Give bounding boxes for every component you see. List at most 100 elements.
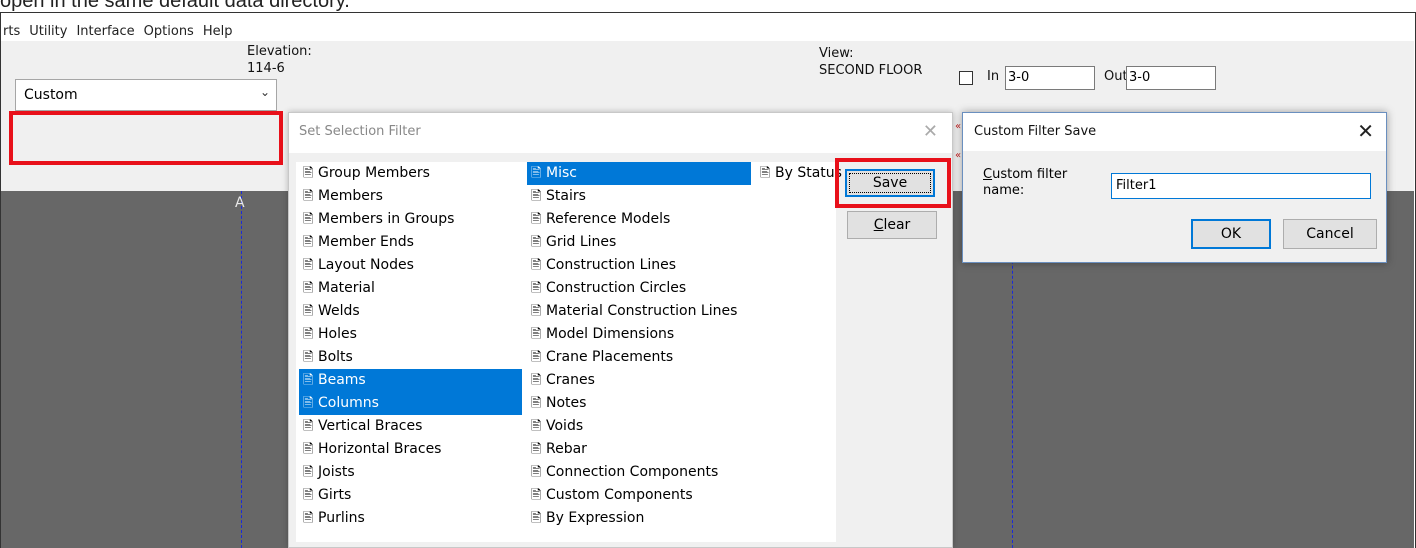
in-label: In <box>987 69 1000 84</box>
menu-item-interface[interactable]: Interface <box>76 24 134 39</box>
grid-line-a <box>241 191 242 548</box>
filter-list-item[interactable]: 🖹 Purlins <box>299 507 522 530</box>
filter-list-item[interactable]: 🖹 Member Ends <box>299 231 522 254</box>
filter-list-item-label: Members <box>318 188 383 204</box>
filter-combo-value: Custom <box>24 87 78 103</box>
elevation-value: 114-6 <box>247 61 285 76</box>
filter-list-item[interactable]: 🖹 Members in Groups <box>299 208 522 231</box>
filter-list-item-label: Vertical Braces <box>318 418 423 434</box>
clear-button[interactable]: Clear <box>847 211 937 239</box>
filter-list-item[interactable]: 🖹 Crane Placements <box>527 346 751 369</box>
filter-list-item[interactable]: 🖹 Layout Nodes <box>299 254 522 277</box>
filter-list-item[interactable]: 🖹 Custom Components <box>527 484 751 507</box>
filter-list-item[interactable]: 🖹 Vertical Braces <box>299 415 522 438</box>
filter-list-item-label: Group Members <box>318 165 430 181</box>
ok-button[interactable]: OK <box>1191 219 1271 249</box>
document-icon: 🖹 <box>531 258 542 273</box>
filter-list-item[interactable]: 🖹 Material Construction Lines <box>527 300 751 323</box>
filter-list-item[interactable]: 🖹 Misc <box>527 162 751 185</box>
filter-list-item[interactable]: 🖹 Group Members <box>299 162 522 185</box>
filter-list-item[interactable]: 🖹 Connection Components <box>527 461 751 484</box>
filter-list-item-label: Members in Groups <box>318 211 455 227</box>
document-icon: 🖹 <box>303 419 314 434</box>
filter-list-item[interactable]: 🖹 Joists <box>299 461 522 484</box>
filter-list-item-label: Voids <box>546 418 584 434</box>
document-icon: 🖹 <box>531 350 542 365</box>
close-icon[interactable]: ✕ <box>923 121 938 142</box>
elevation-label: Elevation: <box>247 44 312 59</box>
filter-list-item[interactable]: 🖹 Horizontal Braces <box>299 438 522 461</box>
filter-list-item-label: Reference Models <box>546 211 671 227</box>
label-line1: ustom filter <box>992 167 1068 182</box>
document-icon: 🖹 <box>303 350 314 365</box>
out-input[interactable]: 3-0 <box>1126 66 1216 90</box>
filter-list-item-label: Notes <box>546 395 587 411</box>
document-icon: 🖹 <box>531 235 542 250</box>
document-icon: 🖹 <box>531 419 542 434</box>
filter-list-item-label: Bolts <box>318 349 353 365</box>
filter-list-item[interactable]: 🖹 Cranes <box>527 369 751 392</box>
in-out-checkbox[interactable] <box>959 71 973 85</box>
filter-list-item[interactable]: 🖹 Holes <box>299 323 522 346</box>
clear-button-label: lear <box>883 217 911 233</box>
filter-list-item[interactable]: 🖹 Members <box>299 185 522 208</box>
document-icon: 🖹 <box>303 488 314 503</box>
cancel-button[interactable]: Cancel <box>1283 219 1377 249</box>
document-icon: 🖹 <box>531 166 542 181</box>
filter-list-item-label: Horizontal Braces <box>318 441 442 457</box>
filter-list-item[interactable]: 🖹 Model Dimensions <box>527 323 751 346</box>
dialog-titlebar[interactable]: Set Selection Filter ✕ <box>289 113 952 153</box>
document-icon: 🖹 <box>303 442 314 457</box>
filter-list-item[interactable]: 🖹 By Status <box>756 162 842 185</box>
filter-list-item[interactable]: 🖹 Columns <box>299 392 522 415</box>
filter-list-item-label: Member Ends <box>318 234 414 250</box>
filter-combo[interactable]: Custom ⌄ <box>15 79 277 111</box>
highlight-box-combo <box>9 111 283 165</box>
document-icon: 🖹 <box>303 166 314 181</box>
document-icon: 🖹 <box>531 281 542 296</box>
filter-list-item[interactable]: 🖹 Reference Models <box>527 208 751 231</box>
filter-list-item[interactable]: 🖹 By Expression <box>527 507 751 530</box>
filter-list-item-label: Welds <box>318 303 360 319</box>
document-icon: 🖹 <box>303 396 314 411</box>
marker-icon: « <box>955 121 962 132</box>
filter-list-item[interactable]: 🖹 Stairs <box>527 185 751 208</box>
menu-item-reports[interactable]: rts <box>3 24 20 39</box>
save-dialog-titlebar[interactable]: Custom Filter Save ✕ <box>963 113 1386 151</box>
in-input[interactable]: 3-0 <box>1005 66 1095 90</box>
menu-item-utility[interactable]: Utility <box>29 24 67 39</box>
filter-list-item[interactable]: 🖹 Material <box>299 277 522 300</box>
filter-list-item[interactable]: 🖹 Welds <box>299 300 522 323</box>
filter-list-item[interactable]: 🖹 Grid Lines <box>527 231 751 254</box>
filter-list-item-label: Material Construction Lines <box>546 303 738 319</box>
document-icon: 🖹 <box>303 327 314 342</box>
ok-button-label: OK <box>1220 226 1242 242</box>
document-icon: 🖹 <box>303 373 314 388</box>
filter-list-item[interactable]: 🖹 Bolts <box>299 346 522 369</box>
custom-filter-name-input[interactable]: Filter1 <box>1111 173 1371 199</box>
menu-item-options[interactable]: Options <box>144 24 194 39</box>
document-icon: 🖹 <box>303 465 314 480</box>
grid-label-a: A <box>235 195 245 211</box>
clear-button-mnemonic: C <box>873 217 884 233</box>
filter-list-item-label: Joists <box>318 464 355 480</box>
filter-list-item[interactable]: 🖹 Rebar <box>527 438 751 461</box>
filter-list-item-label: Grid Lines <box>546 234 617 250</box>
filter-list-item-label: Construction Lines <box>546 257 677 273</box>
filter-list-item[interactable]: 🖹 Girts <box>299 484 522 507</box>
filter-listbox[interactable]: 🖹 Group Members 🖹 Members 🖹 Members in Groups… <box>296 162 842 542</box>
filter-list-item[interactable]: 🖹 Notes <box>527 392 751 415</box>
filter-list-item[interactable]: 🖹 Beams <box>299 369 522 392</box>
document-icon: 🖹 <box>531 327 542 342</box>
menu-bar: rts Utility Interface Options Help <box>1 13 1414 41</box>
chevron-down-icon[interactable]: ⌄ <box>260 85 270 99</box>
label-line2: name: <box>983 183 1025 198</box>
custom-filter-save-dialog: Custom Filter Save ✕ Custom filter name:… <box>962 112 1387 263</box>
filter-list-item[interactable]: 🖹 Construction Lines <box>527 254 751 277</box>
document-icon: 🖹 <box>760 166 771 181</box>
filter-list-item[interactable]: 🖹 Construction Circles <box>527 277 751 300</box>
label-mnemonic: C <box>983 167 993 182</box>
filter-list-item[interactable]: 🖹 Voids <box>527 415 751 438</box>
close-icon[interactable]: ✕ <box>1357 119 1374 143</box>
menu-item-help[interactable]: Help <box>203 24 233 39</box>
